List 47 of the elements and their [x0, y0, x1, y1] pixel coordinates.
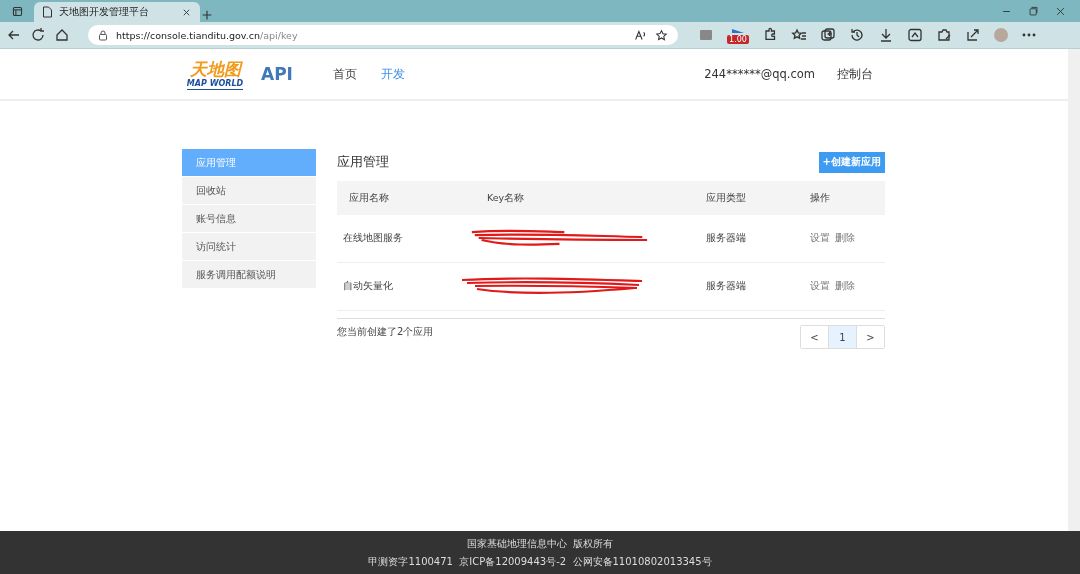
column-header: 应用类型: [706, 191, 747, 205]
user-email[interactable]: 244******@qq.com: [704, 67, 815, 81]
share-icon[interactable]: [965, 27, 981, 43]
favorites-icon[interactable]: [791, 27, 807, 43]
page-icon: [42, 6, 53, 18]
api-title: API: [261, 64, 293, 84]
sidebar-item[interactable]: 服务调用配额说明: [182, 261, 316, 289]
page-button[interactable]: <: [801, 326, 829, 348]
home-icon[interactable]: [54, 27, 70, 43]
lock-icon: [98, 29, 108, 41]
favorite-add-icon[interactable]: [655, 28, 668, 42]
table-cell-text: 自动矢量化: [342, 280, 394, 293]
column-header: 操作: [810, 191, 831, 205]
map-world-logo[interactable]: 天地图 MAP WORLD: [183, 58, 247, 90]
refresh-icon[interactable]: [30, 27, 46, 43]
sidebar-item[interactable]: 访问统计: [182, 233, 316, 261]
sidebar-item[interactable]: 账号信息: [182, 205, 316, 233]
collections-icon[interactable]: [820, 27, 836, 43]
sidebar-item[interactable]: 回收站: [182, 177, 316, 205]
action-link[interactable]: 删除: [835, 280, 855, 293]
nav-link[interactable]: 开发: [380, 66, 405, 82]
read-aloud-icon[interactable]: [634, 28, 647, 42]
screenshot-icon[interactable]: [907, 27, 923, 43]
page-button[interactable]: 1: [829, 326, 857, 348]
address-bar[interactable]: https://console.tianditu.gov.cn/api/key: [88, 25, 678, 45]
download-icon[interactable]: [878, 27, 894, 43]
history-icon[interactable]: [849, 27, 865, 43]
browser-tab[interactable]: 天地图开发管理平台: [34, 2, 200, 22]
restore-icon[interactable]: [1028, 5, 1039, 17]
table-cell-text: 服务器端: [706, 232, 747, 245]
tab-actions-icon[interactable]: [10, 4, 24, 18]
footer-text: 甲测资字1100471 京ICP备12009443号-2 公网安备11010802013345号: [368, 555, 712, 569]
action-link[interactable]: 删除: [835, 232, 855, 245]
table-cell-text: 在线地图服务: [342, 232, 404, 245]
section-title: 应用管理: [337, 153, 389, 171]
action-link[interactable]: 设置: [810, 232, 830, 245]
new-tab-icon[interactable]: [200, 8, 214, 22]
console-link[interactable]: 控制台: [837, 66, 873, 82]
column-header: 应用名称: [348, 191, 390, 205]
nav-link[interactable]: 首页: [332, 66, 357, 82]
table-cell-text: 服务器端: [706, 280, 747, 293]
close-icon[interactable]: [1055, 5, 1066, 17]
app-count-text: 您当前创建了2个应用: [337, 325, 434, 339]
column-header: Key名称: [487, 191, 526, 205]
action-link[interactable]: 设置: [810, 280, 830, 293]
extensions-icon[interactable]: [762, 27, 778, 43]
footer-text: 国家基础地理信息中心 版权所有: [466, 537, 614, 551]
